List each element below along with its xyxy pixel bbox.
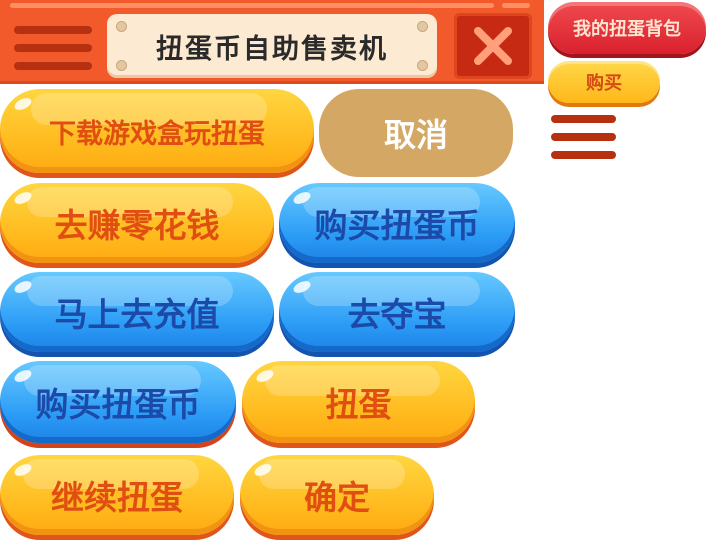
header-shine [502,3,530,8]
header-shine [10,3,494,8]
buy-gacha-coins-label: 购买扭蛋币 [314,206,480,245]
rivet-icon [417,21,428,32]
confirm-button[interactable]: 确定 [240,455,434,535]
continue-gacha-button[interactable]: 继续扭蛋 [0,455,234,535]
recharge-now-label: 马上去充值 [54,295,220,334]
title-plate: 扭蛋币自助售卖机 [107,14,437,78]
rivet-icon [417,60,428,71]
earn-pocket-money-button[interactable]: 去赚零花钱 [0,183,274,263]
rivet-icon [116,60,127,71]
header-bar: 扭蛋币自助售卖机 [0,0,544,84]
confirm-label: 确定 [304,478,370,517]
buy-gacha-coins-button-alt[interactable]: 购买扭蛋币 [0,361,236,443]
shine-icon [12,95,34,113]
cancel-button[interactable]: 取消 [319,89,513,177]
side-hamburger-menu-icon[interactable] [551,115,616,161]
page-title: 扭蛋币自助售卖机 [156,33,388,65]
earn-pocket-money-label: 去赚零花钱 [54,206,220,245]
download-game-box-button[interactable]: 下载游戏盒玩扭蛋 [0,89,314,173]
buy-gacha-coins-button[interactable]: 购买扭蛋币 [279,183,515,263]
close-button[interactable] [454,13,532,79]
recharge-now-button[interactable]: 马上去充值 [0,272,274,352]
cancel-label: 取消 [383,116,448,154]
download-game-box-label: 下载游戏盒玩扭蛋 [49,118,265,150]
go-treasure-label: 去夺宝 [347,295,447,334]
buy-small-label: 购买 [586,73,622,94]
buy-small-button[interactable]: 购买 [548,61,660,103]
rivet-icon [116,21,127,32]
my-gacha-bag-button[interactable]: 我的扭蛋背包 [548,2,706,54]
buy-gacha-coins-alt-label: 购买扭蛋币 [35,385,201,424]
hamburger-menu-icon[interactable] [14,26,92,70]
close-icon [474,27,512,65]
gacha-label: 扭蛋 [325,385,392,424]
gacha-button[interactable]: 扭蛋 [242,361,475,443]
continue-gacha-label: 继续扭蛋 [51,478,183,517]
my-gacha-bag-label: 我的扭蛋背包 [573,19,681,40]
go-treasure-button[interactable]: 去夺宝 [279,272,515,352]
